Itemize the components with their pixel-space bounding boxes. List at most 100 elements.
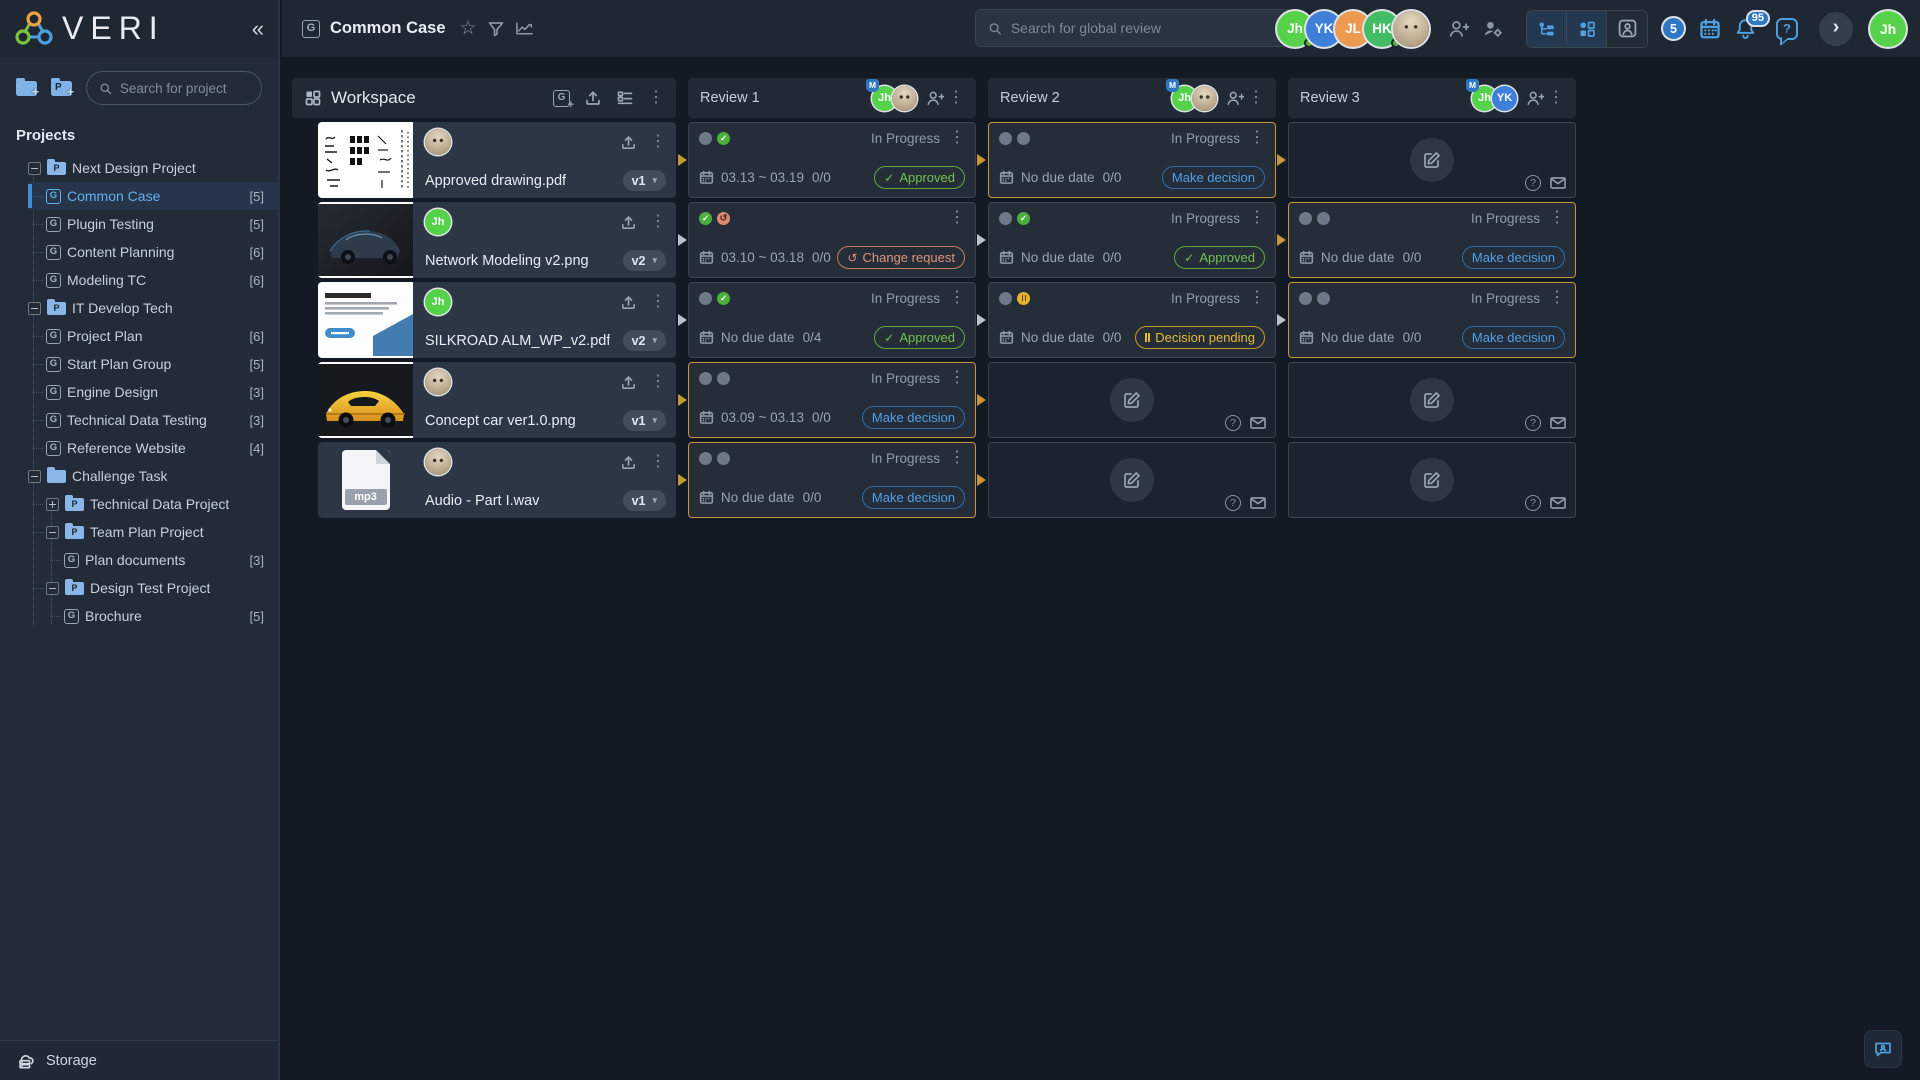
sidebar-item-team-plan-project[interactable]: P Team Plan Project	[28, 518, 278, 546]
make-decision-button[interactable]: Make decision	[862, 486, 965, 509]
file-card-network-modeling[interactable]: Jh ⋮ Network Modeling v2.png v2▾	[318, 202, 676, 278]
collapse-sidebar-button[interactable]: «	[252, 18, 264, 40]
sidebar-item-engine-design[interactable]: G Engine Design [3]	[28, 378, 278, 406]
create-review-button[interactable]	[1410, 378, 1454, 422]
add-reviewer-icon[interactable]	[926, 89, 944, 107]
column-menu-icon[interactable]: ⋮	[948, 90, 964, 106]
expand-toggle-icon[interactable]	[46, 498, 59, 511]
invite-member-icon[interactable]	[1448, 18, 1469, 39]
cell-menu-icon[interactable]: ⋮	[1549, 210, 1565, 226]
add-reviewer-icon[interactable]	[1226, 89, 1244, 107]
decision-pending-pill[interactable]: Decision pending	[1135, 326, 1265, 349]
help-circle-icon[interactable]: ?	[1225, 495, 1241, 511]
cell-menu-icon[interactable]: ⋮	[949, 210, 965, 226]
favorite-star-icon[interactable]: ☆	[460, 19, 477, 38]
help-icon[interactable]: ?	[1776, 18, 1798, 40]
avatar[interactable]: YK	[1492, 86, 1517, 111]
view-tree-button[interactable]	[1527, 11, 1567, 47]
add-reviewer-icon[interactable]	[1526, 89, 1544, 107]
upload-version-icon[interactable]	[620, 454, 637, 471]
avatar[interactable]: Jh	[425, 289, 451, 315]
avatar-photo[interactable]	[425, 129, 451, 155]
sidebar-item-start-plan-group[interactable]: G Start Plan Group [5]	[28, 350, 278, 378]
avatar-photo[interactable]	[892, 86, 917, 111]
sidebar-item-challenge-task[interactable]: Challenge Task	[28, 462, 278, 490]
column-menu-icon[interactable]: ⋮	[1248, 90, 1264, 106]
member-settings-icon[interactable]	[1482, 18, 1503, 39]
review-cell-r5c1[interactable]: In Progress ⋮ No due date 0/0 Make decis…	[688, 442, 976, 518]
sidebar-item-plugin-testing[interactable]: G Plugin Testing [5]	[28, 210, 278, 238]
list-view-icon[interactable]	[616, 89, 634, 107]
sidebar-item-it-develop-tech[interactable]: P IT Develop Tech	[28, 294, 278, 322]
sidebar-item-technical-data-testing[interactable]: G Technical Data Testing [3]	[28, 406, 278, 434]
help-circle-icon[interactable]: ?	[1225, 415, 1241, 431]
add-group-icon[interactable]: G+	[553, 90, 570, 107]
file-menu-icon[interactable]: ⋮	[650, 454, 666, 470]
make-decision-button[interactable]: Make decision	[1462, 246, 1565, 269]
sidebar-item-content-planning[interactable]: G Content Planning [6]	[28, 238, 278, 266]
collapse-toggle-icon[interactable]	[28, 302, 41, 315]
global-search[interactable]	[975, 9, 1295, 47]
tasks-count-badge[interactable]: 5	[1661, 16, 1686, 41]
avatar-photo[interactable]	[1393, 11, 1429, 47]
mail-icon[interactable]	[1550, 497, 1566, 509]
sidebar-item-next-design-project[interactable]: P Next Design Project	[28, 154, 278, 182]
review-cell-r3c1[interactable]: ✓ In Progress ⋮ No due date 0/4 ✓Approve…	[688, 282, 976, 358]
current-user-avatar[interactable]: Jh	[1870, 11, 1906, 47]
column-menu-icon[interactable]: ⋮	[1548, 90, 1564, 106]
review-cell-r2c1[interactable]: ✓ ↺ ⋮ 03.10 ~ 03.18 0/0 ↺Change request	[688, 202, 976, 278]
collapse-toggle-icon[interactable]	[28, 162, 41, 175]
avatar[interactable]: Jh	[425, 209, 451, 235]
approval-status-pill[interactable]: ✓Approved	[874, 326, 965, 349]
filter-icon[interactable]	[487, 20, 505, 38]
sidebar-item-design-test-project[interactable]: P Design Test Project	[28, 574, 278, 602]
help-circle-icon[interactable]: ?	[1525, 175, 1541, 191]
create-review-button[interactable]	[1110, 378, 1154, 422]
file-card-concept-car[interactable]: ⋮ Concept car ver1.0.png v1▾	[318, 362, 676, 438]
cell-menu-icon[interactable]: ⋮	[1249, 130, 1265, 146]
file-card-audio[interactable]: mp3 ⋮ Audio - Part I.wav v1▾	[318, 442, 676, 518]
storage-link[interactable]: Storage	[0, 1040, 278, 1080]
upload-version-icon[interactable]	[620, 214, 637, 231]
sidebar-item-modeling-tc[interactable]: G Modeling TC [6]	[28, 266, 278, 294]
version-selector[interactable]: v2▾	[623, 330, 666, 351]
collapse-toggle-icon[interactable]	[46, 526, 59, 539]
upload-version-icon[interactable]	[620, 134, 637, 151]
upload-version-icon[interactable]	[620, 374, 637, 391]
upload-icon[interactable]	[584, 89, 602, 107]
view-person-button[interactable]	[1607, 11, 1647, 47]
avatar-photo[interactable]	[425, 369, 451, 395]
analytics-icon[interactable]	[515, 20, 534, 38]
make-decision-button[interactable]: Make decision	[862, 406, 965, 429]
make-decision-button[interactable]: Make decision	[1162, 166, 1265, 189]
change-request-pill[interactable]: ↺Change request	[837, 246, 965, 269]
view-grid-button[interactable]	[1567, 11, 1607, 47]
sidebar-item-reference-website[interactable]: G Reference Website [4]	[28, 434, 278, 462]
approval-status-pill[interactable]: ✓Approved	[1174, 246, 1265, 269]
mail-icon[interactable]	[1550, 177, 1566, 189]
mail-icon[interactable]	[1250, 497, 1266, 509]
expand-panel-icon[interactable]: ›	[1819, 12, 1853, 46]
add-project-icon[interactable]: P+	[51, 81, 72, 96]
sidebar-item-common-case[interactable]: G Common Case [5]	[28, 182, 278, 210]
sidebar-item-plan-documents[interactable]: G Plan documents [3]	[28, 546, 278, 574]
notifications-bell-icon[interactable]: 95	[1734, 17, 1757, 40]
add-folder-icon[interactable]: +	[16, 81, 37, 96]
sidebar-item-project-plan[interactable]: G Project Plan [6]	[28, 322, 278, 350]
approval-status-pill[interactable]: ✓Approved	[874, 166, 965, 189]
review-cell-r3c3[interactable]: In Progress ⋮ No due date 0/0 Make decis…	[1288, 282, 1576, 358]
version-selector[interactable]: v1▾	[623, 410, 666, 431]
review-cell-r1c2[interactable]: In Progress ⋮ No due date 0/0 Make decis…	[988, 122, 1276, 198]
cell-menu-icon[interactable]: ⋮	[1549, 290, 1565, 306]
collapse-toggle-icon[interactable]	[28, 470, 41, 483]
cell-menu-icon[interactable]: ⋮	[1249, 210, 1265, 226]
create-review-button[interactable]	[1410, 458, 1454, 502]
calendar-icon[interactable]	[1699, 18, 1721, 40]
file-menu-icon[interactable]: ⋮	[650, 294, 666, 310]
project-search-input[interactable]	[120, 81, 249, 96]
create-review-button[interactable]	[1110, 458, 1154, 502]
review-cell-r3c2[interactable]: In Progress ⋮ No due date 0/0 Decision p…	[988, 282, 1276, 358]
cell-menu-icon[interactable]: ⋮	[1249, 290, 1265, 306]
file-menu-icon[interactable]: ⋮	[650, 374, 666, 390]
file-card-silkroad[interactable]: Jh ⋮ SILKROAD ALM_WP_v2.pdf v2▾	[318, 282, 676, 358]
